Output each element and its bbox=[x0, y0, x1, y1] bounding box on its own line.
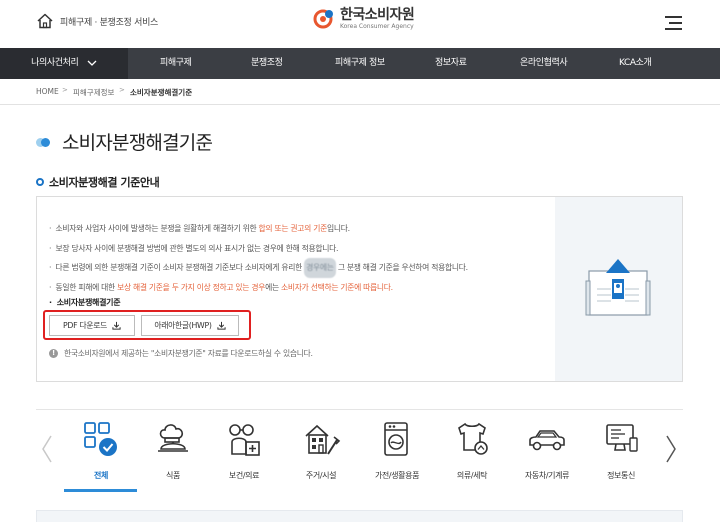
download-notice: ! 한국소비자원에서 제공하는 "소비자분쟁기준" 자료를 다운로드하실 수 있… bbox=[49, 348, 313, 359]
chevron-left-icon[interactable] bbox=[40, 434, 54, 464]
gnb-kca-intro[interactable]: KCA소개 bbox=[619, 48, 652, 79]
monitor-icon bbox=[606, 424, 638, 452]
pdf-download-button[interactable]: PDF 다운로드 bbox=[49, 315, 135, 336]
download-subheading: · 소비자분쟁해결기준 bbox=[49, 298, 121, 307]
category-label: 식품 bbox=[166, 471, 180, 480]
content-panel bbox=[36, 510, 683, 522]
info-illustration bbox=[555, 197, 682, 381]
hamburger-menu-icon[interactable] bbox=[665, 16, 682, 30]
pdf-download-label: PDF 다운로드 bbox=[63, 321, 107, 330]
info-list: · 소비자와 사업자 사이에 발생하는 분쟁을 원활하게 해결하기 위한 합의 … bbox=[49, 219, 468, 297]
breadcrumb: HOME > 피해구제정보 > 소비자분쟁해결기준 bbox=[0, 79, 720, 105]
category-label: 주거/시설 bbox=[305, 471, 337, 480]
info-item: · 보장 당사자 사이에 분쟁해결 방법에 관한 별도의 의사 표시가 없는 경… bbox=[49, 243, 339, 253]
category-divider bbox=[36, 409, 683, 410]
chevron-right-icon[interactable] bbox=[664, 434, 678, 464]
category-tab-medical[interactable]: 보건/의료 bbox=[209, 414, 279, 492]
section-title: 소비자분쟁해결 기준안내 bbox=[49, 176, 160, 189]
food-chef-icon bbox=[158, 424, 188, 452]
gnb-relief[interactable]: 피해구제 bbox=[160, 48, 192, 79]
kca-logo[interactable]: 한국소비자원 Korea Consumer Agency bbox=[313, 7, 415, 31]
grid-check-icon bbox=[84, 422, 117, 456]
category-label: 보건/의료 bbox=[228, 471, 260, 480]
breadcrumb-home[interactable]: HOME bbox=[36, 87, 59, 96]
page-title: 소비자분쟁해결기준 bbox=[62, 132, 213, 154]
kca-logo-icon bbox=[313, 9, 333, 29]
gnb-data[interactable]: 정보자료 bbox=[435, 48, 467, 79]
category-label: 자동차/기계류 bbox=[524, 471, 570, 480]
category-tab-food[interactable]: 식품 bbox=[138, 414, 208, 492]
document-upload-illustration-icon bbox=[585, 259, 651, 316]
breadcrumb-relief-info[interactable]: 피해구제정보 bbox=[73, 87, 114, 98]
gnb-my-case[interactable]: 나의사건처리 bbox=[0, 48, 128, 79]
home-link[interactable]: 피해구제 · 분쟁조정 서비스 bbox=[36, 12, 158, 30]
category-label: 의류/세탁 bbox=[456, 471, 488, 480]
hwp-download-button[interactable]: 아래아한글(HWP) bbox=[141, 315, 239, 336]
global-nav: 나의사건처리 피해구제 분쟁조정 피해구제 정보 정보자료 온라인협력사 KCA… bbox=[0, 48, 720, 79]
top-header: 피해구제 · 분쟁조정 서비스 한국소비자원 Korea Consumer Ag… bbox=[0, 0, 720, 48]
chevron-down-icon bbox=[87, 60, 97, 66]
category-tab-all[interactable]: 전체 bbox=[66, 414, 136, 492]
shirt-hanger-icon bbox=[458, 422, 488, 455]
house-tools-icon bbox=[305, 424, 341, 455]
category-tab-ict[interactable]: 정보통신 bbox=[586, 414, 656, 492]
active-tab-indicator bbox=[64, 489, 137, 492]
car-icon bbox=[529, 430, 565, 451]
notice-text: 한국소비자원에서 제공하는 "소비자분쟁기준" 자료를 다운로드하실 수 있습니… bbox=[64, 349, 313, 358]
hwp-download-label: 아래아한글(HWP) bbox=[154, 321, 212, 330]
category-tab-vehicle[interactable]: 자동차/기계류 bbox=[512, 414, 582, 492]
section-title-wrap: 소비자분쟁해결 기준안내 bbox=[36, 174, 160, 190]
info-item: · 소비자와 사업자 사이에 발생하는 분쟁을 원활하게 해결하기 위한 합의 … bbox=[49, 224, 350, 233]
info-item: · 다른 법령에 의한 분쟁해결 기준이 소비자 분쟁해결 기준보다 소비자에게… bbox=[49, 258, 468, 278]
washing-machine-icon bbox=[384, 422, 408, 456]
section-bullet-icon bbox=[36, 178, 44, 186]
gnb-relief-info[interactable]: 피해구제 정보 bbox=[335, 48, 385, 79]
home-icon bbox=[37, 13, 53, 29]
download-icon bbox=[217, 321, 226, 330]
category-tab-appliance[interactable]: 가전/생활용품 bbox=[362, 414, 432, 492]
breadcrumb-separator: > bbox=[119, 86, 125, 94]
category-label: 가전/생활용품 bbox=[374, 471, 420, 480]
logo-english: Korea Consumer Agency bbox=[340, 23, 414, 30]
gnb-mediation[interactable]: 분쟁조정 bbox=[251, 48, 283, 79]
title-decoration-icon bbox=[36, 135, 56, 149]
breadcrumb-current: 소비자분쟁해결기준 bbox=[130, 88, 193, 97]
gnb-my-case-label: 나의사건처리 bbox=[31, 58, 79, 68]
category-label: 전체 bbox=[94, 471, 108, 480]
info-icon: ! bbox=[49, 349, 58, 358]
category-tab-clothing[interactable]: 의류/세탁 bbox=[437, 414, 507, 492]
gnb-online-partner[interactable]: 온라인협력사 bbox=[520, 48, 568, 79]
breadcrumb-separator: > bbox=[62, 86, 68, 94]
category-label: 정보통신 bbox=[607, 471, 635, 480]
page-title-wrap: 소비자분쟁해결기준 bbox=[36, 128, 213, 155]
logo-korean: 한국소비자원 bbox=[340, 7, 415, 23]
category-tab-housing[interactable]: 주거/시설 bbox=[286, 414, 356, 492]
info-box: · 소비자와 사업자 사이에 발생하는 분쟁을 원활하게 해결하기 위한 합의 … bbox=[36, 196, 683, 382]
medical-glasses-icon bbox=[229, 424, 260, 456]
info-content: · 소비자와 사업자 사이에 발생하는 분쟁을 원활하게 해결하기 위한 합의 … bbox=[37, 197, 555, 381]
info-item: · 동일한 피해에 대한 보상 해결 기준을 두 가지 이상 정하고 있는 경우… bbox=[49, 282, 393, 292]
download-icon bbox=[112, 321, 121, 330]
service-label: 피해구제 · 분쟁조정 서비스 bbox=[60, 17, 159, 28]
